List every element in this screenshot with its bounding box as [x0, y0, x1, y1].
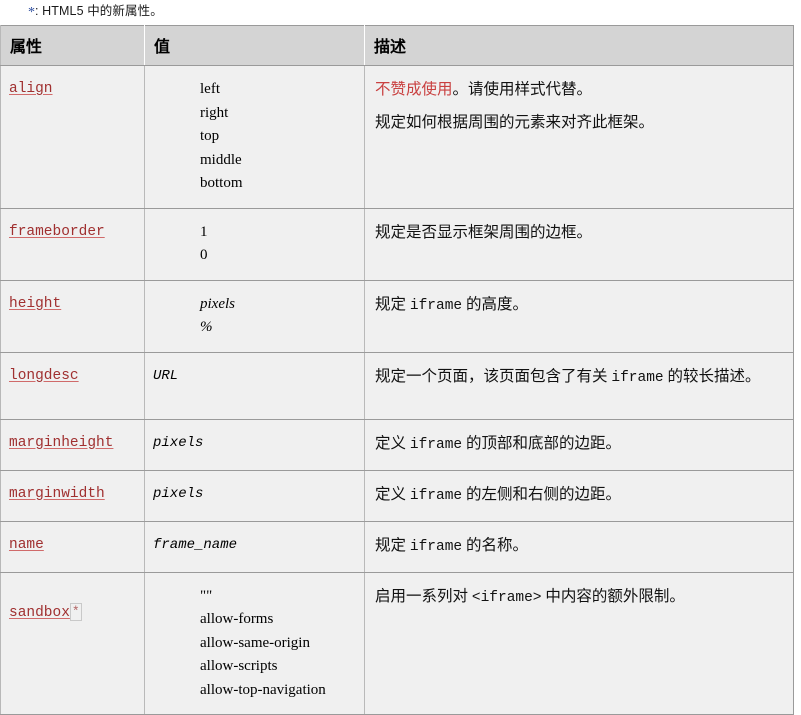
description-line: 规定 iframe 的高度。: [375, 292, 781, 319]
value-item: allow-top-navigation: [200, 681, 326, 698]
attribute-link-align[interactable]: align: [9, 81, 53, 97]
value-item: bottom: [200, 175, 243, 191]
value-item: frame_name: [153, 536, 238, 553]
value-item: top: [200, 128, 220, 144]
column-header-attribute: 属性: [0, 25, 145, 66]
description-line: 规定是否显示框架周围的边框。: [375, 223, 593, 241]
table-row: longdesc URL 规定一个页面，该页面包含了有关 iframe 的较长描…: [0, 352, 794, 420]
description-line: 规定 iframe 的名称。: [375, 533, 781, 560]
description-text: 规定: [375, 295, 410, 313]
cell-attribute: align: [0, 65, 145, 209]
description-text: 。请使用样式代替。: [452, 81, 593, 98]
description-text: 的名称。: [462, 536, 528, 554]
cell-values: URL: [144, 352, 365, 420]
description-line: 规定一个页面，该页面包含了有关 iframe 的较长描述。: [375, 364, 781, 391]
value-item: URL: [153, 367, 179, 384]
description-text: 中内容的额外限制。: [541, 587, 685, 605]
description-text: 定义: [375, 485, 410, 503]
inline-code: iframe: [409, 436, 463, 453]
cell-description: 规定 iframe 的名称。: [364, 521, 794, 573]
attributes-table: 属性 值 描述 align left right top middle bott…: [0, 25, 794, 715]
description-line: 定义 iframe 的顶部和底部的边距。: [375, 431, 781, 458]
attribute-link-marginheight[interactable]: marginheight: [9, 435, 113, 451]
table-header-row: 属性 值 描述: [0, 25, 794, 66]
description-text: 规定一个页面，该页面包含了有关: [375, 367, 612, 385]
cell-attribute: longdesc: [0, 352, 145, 420]
description-line: 规定如何根据周围的元素来对齐此框架。: [375, 114, 655, 131]
value-item: allow-same-origin: [200, 634, 310, 651]
attribute-link-longdesc[interactable]: longdesc: [9, 368, 79, 384]
value-item: pixels: [200, 295, 235, 312]
description-text: 定义: [375, 434, 410, 452]
value-item: "": [200, 587, 213, 604]
cell-attribute: name: [0, 521, 145, 573]
cell-values: 1 0: [144, 208, 365, 281]
value-item: 1: [200, 223, 208, 240]
table-row: frameborder 1 0 规定是否显示框架周围的边框。: [0, 208, 794, 281]
footnote-legend: *: HTML5 中的新属性。: [0, 0, 801, 25]
description-text: 启用一系列对: [375, 587, 472, 605]
cell-values: pixels: [144, 470, 365, 522]
value-item: %: [200, 319, 213, 335]
value-item: left: [200, 81, 220, 97]
attribute-link-sandbox[interactable]: sandbox: [9, 605, 70, 621]
column-header-value: 值: [144, 25, 365, 66]
description-text: 的顶部和底部的边距。: [462, 434, 621, 452]
cell-values: "" allow-forms allow-same-origin allow-s…: [144, 572, 365, 715]
cell-values: frame_name: [144, 521, 365, 573]
cell-description: 不赞成使用。请使用样式代替。 规定如何根据周围的元素来对齐此框架。: [364, 65, 794, 209]
description-text: 的左侧和右侧的边距。: [462, 485, 621, 503]
table-row: name frame_name 规定 iframe 的名称。: [0, 521, 794, 573]
description-text: 规定: [375, 536, 410, 554]
attribute-link-name[interactable]: name: [9, 537, 44, 553]
description-line: 不赞成使用。请使用样式代替。: [375, 77, 781, 102]
value-item: pixels: [153, 485, 204, 502]
table-row: height pixels % 规定 iframe 的高度。: [0, 280, 794, 353]
value-item: allow-forms: [200, 611, 274, 627]
value-item: right: [200, 104, 229, 121]
cell-description: 规定一个页面，该页面包含了有关 iframe 的较长描述。: [364, 352, 794, 420]
attribute-link-frameborder[interactable]: frameborder: [9, 224, 105, 240]
table-row: align left right top middle bottom 不赞成使用…: [0, 65, 794, 209]
cell-values: left right top middle bottom: [144, 65, 365, 209]
inline-code: <iframe>: [471, 589, 542, 606]
cell-values: pixels %: [144, 280, 365, 353]
value-item: 0: [200, 247, 208, 263]
cell-attribute: marginwidth: [0, 470, 145, 522]
inline-code: iframe: [409, 538, 463, 555]
cell-description: 定义 iframe 的顶部和底部的边距。: [364, 419, 794, 471]
cell-attribute: marginheight: [0, 419, 145, 471]
page-root: *: HTML5 中的新属性。 属性 值 描述 align left right…: [0, 0, 801, 715]
footnote-text: : HTML5 中的新属性。: [35, 4, 163, 18]
cell-attribute: sandbox *: [0, 572, 145, 715]
deprecated-label: 不赞成使用: [375, 81, 453, 98]
inline-code: iframe: [611, 369, 664, 386]
table-row: marginheight pixels 定义 iframe 的顶部和底部的边距。: [0, 419, 794, 471]
column-header-description: 描述: [364, 25, 794, 66]
cell-description: 规定 iframe 的高度。: [364, 280, 794, 353]
value-item: allow-scripts: [200, 658, 278, 674]
attribute-link-height[interactable]: height: [9, 296, 61, 312]
inline-code: iframe: [409, 297, 463, 314]
value-item: middle: [200, 151, 242, 168]
cell-description: 定义 iframe 的左侧和右侧的边距。: [364, 470, 794, 522]
attribute-link-marginwidth[interactable]: marginwidth: [9, 486, 105, 502]
table-row: marginwidth pixels 定义 iframe 的左侧和右侧的边距。: [0, 470, 794, 522]
cell-description: 规定是否显示框架周围的边框。: [364, 208, 794, 281]
description-line: 定义 iframe 的左侧和右侧的边距。: [375, 482, 781, 509]
description-text: 的高度。: [462, 295, 528, 313]
description-line: 启用一系列对 <iframe> 中内容的额外限制。: [375, 584, 781, 611]
inline-code: iframe: [409, 487, 463, 504]
table-row: sandbox * "" allow-forms allow-same-origi…: [0, 572, 794, 715]
cell-description: 启用一系列对 <iframe> 中内容的额外限制。: [364, 572, 794, 715]
cell-values: pixels: [144, 419, 365, 471]
cell-attribute: frameborder: [0, 208, 145, 281]
value-item: pixels: [153, 434, 204, 451]
cell-attribute: height: [0, 280, 145, 353]
html5-asterisk-icon: *: [69, 602, 82, 621]
description-text: 的较长描述。: [663, 367, 761, 385]
asterisk-icon: *: [28, 5, 35, 20]
